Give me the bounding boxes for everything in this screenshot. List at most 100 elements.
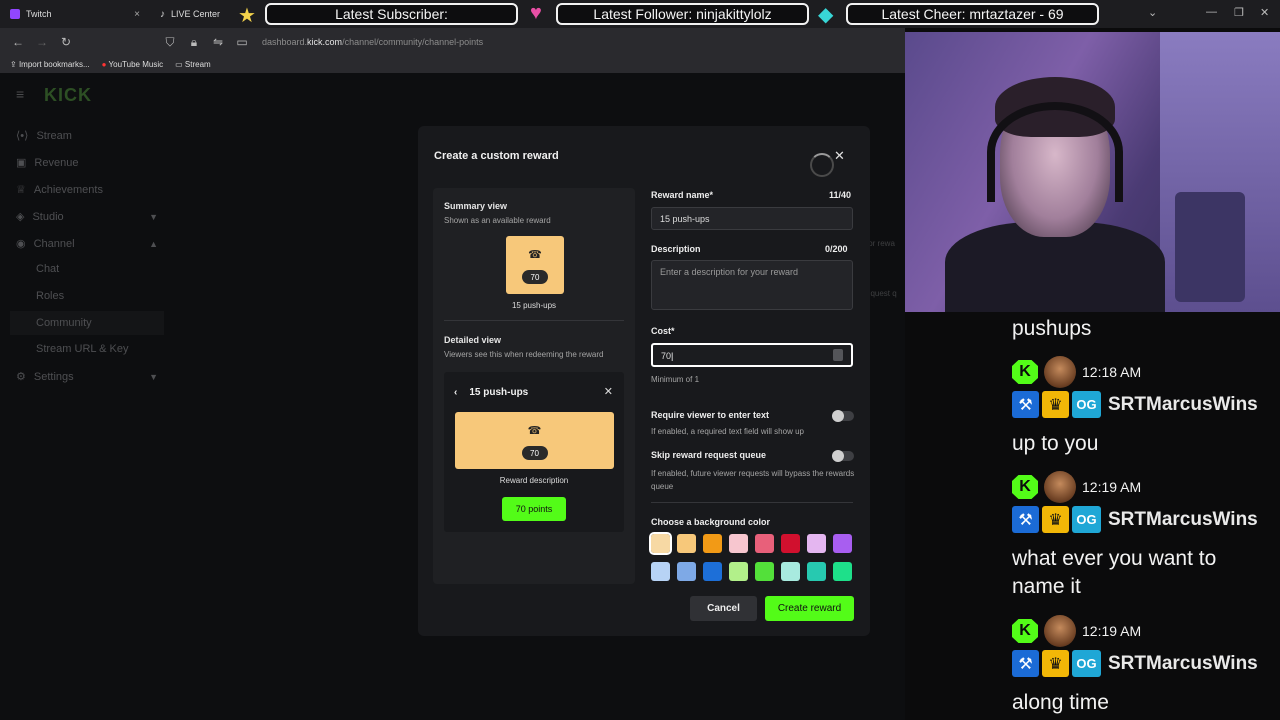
gear-icon: ⚙ [16,371,26,383]
reward-name-value: 15 push-ups [660,214,710,224]
modal-title: Create a custom reward [434,150,559,162]
summary-reward-name: 15 push-ups [511,301,557,310]
avatar [1044,471,1076,503]
sidebar-item-stream-url-key[interactable]: Stream URL & Key [36,343,186,355]
menu-icon[interactable]: ≡ [16,86,24,102]
kick-logo: KICK [44,85,92,105]
sidebar-item-studio[interactable]: ◈ Studio ▼ [16,210,166,224]
sidebar-item-community[interactable]: Community [10,311,164,335]
color-swatch[interactable] [781,534,800,553]
reward-cost-badge: 70 [522,270,548,284]
divider [651,502,853,503]
detailed-preview: ‹ 15 push-ups ✕ ☎ 70 Reward description … [444,372,624,532]
color-swatch[interactable] [703,562,722,581]
skip-queue-toggle[interactable] [832,450,854,462]
chat-overlay: pushups K 12:18 AM ⚒ ♛ OG SRTMarcusWins … [1005,312,1280,720]
bookmark-import[interactable]: ⇪ Import bookmarks... [10,60,90,69]
sidebar-item-settings[interactable]: ⚙ Settings ▼ [16,370,166,384]
color-swatch[interactable] [651,562,670,581]
close-window-icon[interactable]: ✕ [1260,6,1269,19]
color-swatch[interactable] [729,534,748,553]
skip-queue-label: Skip reward request queue [651,450,767,460]
cancel-button[interactable]: Cancel [690,596,757,621]
color-swatch[interactable] [729,562,748,581]
color-swatch[interactable] [649,532,672,555]
color-swatch[interactable] [807,534,826,553]
og-badge-icon: OG [1072,391,1101,418]
sidebar-item-label: Settings [33,370,74,383]
cost-input[interactable]: 70| [651,343,853,367]
description-textarea[interactable]: Enter a description for your reward [651,260,853,310]
minimize-icon[interactable]: — [1206,6,1217,18]
create-reward-button[interactable]: Create reward [765,596,854,621]
webcam-feed [905,32,1280,312]
shield-icon[interactable]: ⛉ [158,35,182,50]
chat-username: SRTMarcusWins [1108,393,1258,415]
sidebar-item-stream[interactable]: ⟨•⟩ Stream [16,129,166,143]
maximize-icon[interactable]: ❐ [1234,6,1244,19]
chat-message-text: what ever you want to [1012,547,1217,570]
kick-badge-icon: K [1012,360,1038,384]
color-swatch[interactable] [703,534,722,553]
gift-icon: ☎ [528,249,542,261]
latest-cheer-text: Latest Cheer: mrtaztazer - 69 [881,6,1064,22]
color-swatch[interactable] [755,534,774,553]
sidebar-item-revenue[interactable]: ▣ Revenue [16,156,166,170]
studio-icon: ◈ [16,211,25,223]
chat-username: SRTMarcusWins [1108,652,1258,674]
bookmark-stream[interactable]: ▭ Stream [175,60,211,69]
reward-name-input[interactable]: 15 push-ups [651,207,853,230]
color-swatch[interactable] [833,562,852,581]
reward-cost-badge: 70 [521,446,548,460]
url-path: /channel/community/channel-points [342,37,484,47]
moderator-badge-icon: ⚒ [1012,391,1039,418]
reload-icon[interactable]: ↻ [54,35,78,49]
chat-message-text: up to you [1012,432,1099,455]
chat-user-row: ⚒ ♛ OG SRTMarcusWins [1012,391,1258,418]
color-swatch[interactable] [807,562,826,581]
cost-label: Cost* [651,326,675,336]
tab-live-center[interactable]: ♪ LIVE Center [150,0,240,28]
close-tab-icon[interactable]: × [134,9,140,20]
forward-icon[interactable]: → [30,35,54,49]
sidebar-item-channel[interactable]: ◉ Channel ▲ [16,237,166,251]
chat-timestamp: 12:19 AM [1082,479,1142,495]
color-swatch[interactable] [755,562,774,581]
tab-twitch[interactable]: Twitch × [0,0,150,28]
tab-list-icon[interactable]: ⌄ [1148,6,1157,19]
latest-follower-overlay: Latest Follower: ninjakittylolz [556,3,809,25]
address-bar: ← → ↻ ⛉ 🔒︎ ⇋ ▭ dashboard.kick.com/channe… [0,28,905,56]
background-text: equest q [866,289,897,298]
trophy-icon: ♕ [16,184,26,196]
sidebar-item-achievements[interactable]: ♕ Achievements [16,183,166,197]
back-icon[interactable]: ← [6,35,30,49]
latest-follower-text: Latest Follower: ninjakittylolz [593,6,772,22]
lock-icon[interactable]: 🔒︎ [182,35,206,50]
latest-subscriber-overlay: Latest Subscriber: [265,3,518,25]
description-counter: 0/200 [825,244,848,254]
close-icon[interactable]: ✕ [834,148,845,164]
background-text: for rewa [866,239,895,248]
cost-stepper[interactable] [833,349,843,361]
chat-message-text: pushups [1012,317,1092,340]
color-swatch[interactable] [677,534,696,553]
sidebar-item-roles[interactable]: Roles [36,290,186,302]
require-text-toggle[interactable] [832,410,854,422]
color-swatch[interactable] [677,562,696,581]
chat-timestamp: 12:18 AM [1082,364,1142,380]
detailed-view-heading: Detailed view [444,335,502,345]
bookmark-youtube-music[interactable]: ● YouTube Music [102,60,163,69]
color-swatch[interactable] [781,562,800,581]
webcam-chair [1175,192,1245,302]
twitch-icon [10,9,20,19]
color-swatch[interactable] [833,534,852,553]
url-text[interactable]: dashboard.kick.com/channel/community/cha… [262,37,483,47]
kick-badge-icon: K [1012,619,1038,643]
sidebar-item-chat[interactable]: Chat [36,263,186,275]
sidebar-item-label: Achievements [33,183,103,196]
sidebar-item-label: Stream [36,129,72,142]
close-icon: ✕ [603,386,613,398]
sidebar-item-label: Studio [32,210,64,223]
permissions-icon[interactable]: ⇋ [206,35,230,49]
chevron-down-icon: ▼ [149,211,158,222]
